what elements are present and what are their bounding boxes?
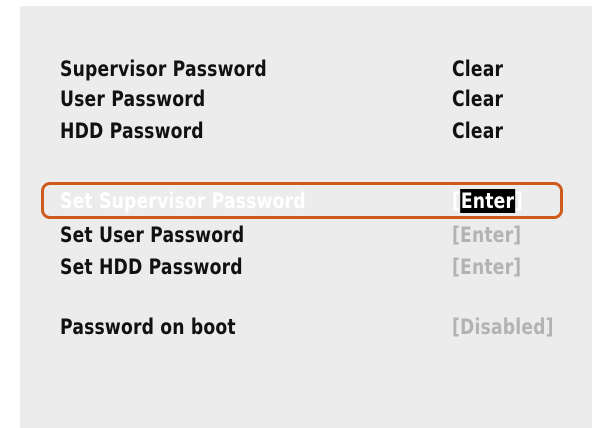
set-supervisor-password-label: Set Supervisor Password: [60, 189, 306, 213]
set-hdd-password-enter[interactable]: [Enter]: [452, 252, 521, 282]
user-password-status-row: User Password Clear: [0, 84, 592, 116]
set-hdd-password-label: Set HDD Password: [60, 255, 243, 279]
hdd-password-label: HDD Password: [60, 119, 204, 143]
set-user-password-row[interactable]: Set User Password [Enter]: [0, 220, 592, 252]
user-password-value: Clear: [452, 87, 504, 111]
set-user-password-label: Set User Password: [60, 223, 245, 247]
password-on-boot-row[interactable]: Password on boot [Disabled]: [0, 312, 592, 344]
password-on-boot-value[interactable]: [Disabled]: [452, 312, 554, 342]
user-password-label: User Password: [60, 87, 206, 111]
password-on-boot-label: Password on boot: [60, 315, 236, 339]
bracket-open: [: [452, 189, 461, 213]
supervisor-password-value: Clear: [452, 57, 504, 81]
set-supervisor-password-enter[interactable]: [Enter]: [452, 186, 523, 216]
hdd-password-value: Clear: [452, 119, 504, 143]
set-hdd-password-row[interactable]: Set HDD Password [Enter]: [0, 252, 592, 284]
hdd-password-status-row: HDD Password Clear: [0, 116, 592, 148]
bracket-close: ]: [514, 189, 523, 213]
set-user-password-enter[interactable]: [Enter]: [452, 220, 521, 250]
set-supervisor-password-row[interactable]: Set Supervisor Password [Enter]: [0, 186, 592, 218]
enter-highlight: Enter: [460, 189, 515, 213]
supervisor-password-status-row: Supervisor Password Clear: [0, 54, 592, 86]
supervisor-password-label: Supervisor Password: [60, 57, 267, 81]
